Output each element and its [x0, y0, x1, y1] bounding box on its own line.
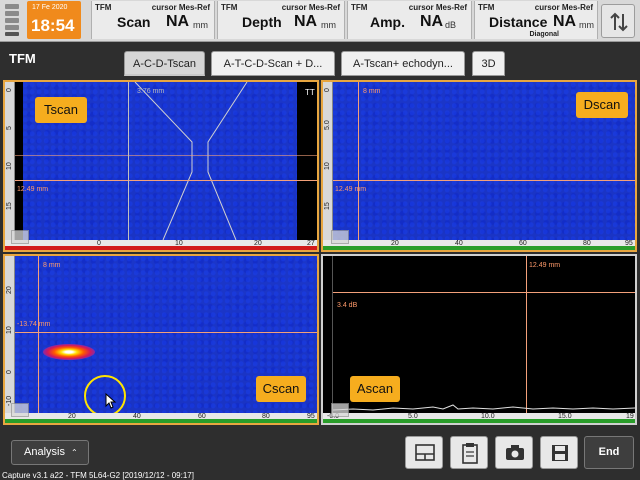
cscan-view[interactable]: 20 10 0 -10 8 mm -13.74 mm Cscan 20 40 6…: [3, 254, 319, 425]
readout-value: NA: [166, 13, 190, 30]
report-button[interactable]: [450, 436, 488, 469]
readout-cursor-label: cursor Mes-Ref: [281, 3, 340, 12]
readout-cursor-label: cursor Mes-Ref: [408, 3, 467, 12]
cursor-annotation: 12.49 mm: [335, 186, 367, 193]
tfm-app: 17 Fe 2020 18:54 TFM cursor Mes-Ref Scan…: [0, 0, 640, 480]
depth-readout[interactable]: TFM cursor Mes-Ref Depth NA mm: [217, 1, 345, 39]
save-icon: [552, 445, 568, 461]
ruler-tick: 0: [6, 370, 13, 374]
cscan-label: Cscan: [256, 376, 306, 402]
zoom-icon[interactable]: [331, 403, 349, 417]
cursor-annotation: 3.76 mm: [137, 88, 165, 95]
time-label: 18:54: [31, 16, 75, 35]
ruler-tick: 0: [324, 88, 331, 92]
clipboard-icon: [462, 443, 478, 464]
chevron-up-icon: ⌃: [71, 448, 78, 457]
ruler-tick: 20: [6, 286, 13, 294]
screenshot-button[interactable]: [495, 436, 533, 469]
distance-readout[interactable]: TFM cursor Mes-Ref Distance NA mm Diagon…: [474, 1, 598, 39]
ascan-view[interactable]: 12.49 mm 3.4 dB Ascan -0.0 5.0 10.0 15.0…: [321, 254, 637, 425]
readout-tag: TFM: [351, 3, 368, 12]
defect-indication: [43, 344, 95, 360]
end-button[interactable]: End: [584, 436, 634, 469]
tab-3d[interactable]: 3D: [472, 51, 505, 76]
ruler-tick: 5.0: [324, 120, 331, 130]
cursor-annotation: 8 mm: [363, 88, 381, 95]
readout-value: NA: [553, 13, 577, 30]
zoom-icon[interactable]: [331, 230, 349, 244]
cursor-annotation: 8 mm: [43, 262, 61, 269]
amplitude-readout[interactable]: TFM cursor Mes-Ref Amp. NA dB: [347, 1, 472, 39]
cursor-annotation: 12.49 mm: [17, 186, 49, 193]
ruler-tick: 15: [6, 202, 13, 210]
ruler-tick: 10: [324, 162, 331, 170]
ruler-tick: 15: [324, 202, 331, 210]
dscan-view[interactable]: 0 5.0 10 15 8 mm 12.49 mm Dscan 20 40 60…: [321, 80, 637, 252]
tscan-left-ruler: 0 5 10 15: [5, 82, 15, 240]
readout-tag: TFM: [478, 3, 495, 12]
cscan-left-ruler: 20 10 0 -10: [5, 256, 15, 413]
top-bar: 17 Fe 2020 18:54 TFM cursor Mes-Ref Scan…: [0, 0, 640, 42]
ascan-bottom-ruler: -0.0 5.0 10.0 15.0 19: [323, 413, 635, 423]
footer-version: Capture v3.1 a22 - TFM 5L64-G2 [2019/12/…: [2, 471, 194, 480]
cursor-pointer-icon: [105, 393, 117, 409]
readout-cursor-label: cursor Mes-Ref: [534, 3, 593, 12]
readout-unit: mm: [193, 20, 208, 30]
scan-readout[interactable]: TFM cursor Mes-Ref Scan NA mm: [91, 1, 215, 39]
readout-unit: mm: [579, 20, 594, 30]
module-title: TFM: [9, 51, 36, 66]
layout-icon: [415, 444, 435, 461]
readout-value: NA: [294, 13, 318, 30]
clock: 17 Fe 2020 18:54: [27, 1, 81, 39]
ascan-label: Ascan: [350, 376, 400, 402]
tab-a-tscan-echodyn[interactable]: A-Tscan+ echodyn...: [341, 51, 465, 76]
readout-name: Amp.: [370, 14, 405, 30]
readout-sub: Diagonal: [529, 31, 559, 38]
zoom-icon[interactable]: [11, 403, 29, 417]
tscan-view[interactable]: 0 5 10 15 3.76 mm 12.49 mm TT Tscan 0 10…: [3, 80, 319, 252]
ruler-tick: 0: [6, 88, 13, 92]
save-button[interactable]: [540, 436, 578, 469]
swap-arrows-icon: [610, 12, 628, 32]
ruler-tick: 5: [6, 126, 13, 130]
swap-button[interactable]: [601, 4, 635, 38]
tscan-label: Tscan: [35, 97, 87, 123]
dscan-left-ruler: 0 5.0 10 15: [323, 82, 333, 240]
tab-a-t-c-d-scan[interactable]: A-T-C-D-Scan + D...: [211, 51, 335, 76]
readout-tag: TFM: [221, 3, 238, 12]
readout-name: Distance: [489, 14, 548, 30]
cscan-bottom-ruler: 20 40 60 80 95: [5, 413, 317, 423]
readout-name: Scan: [117, 14, 151, 30]
ruler-tick: 10: [6, 326, 13, 334]
camera-icon: [506, 445, 524, 460]
cursor-annotation: -13.74 mm: [17, 321, 51, 328]
readout-value: NA: [420, 13, 444, 30]
cursor-annotation: 12.49 mm: [529, 262, 561, 269]
corner-label: TT: [305, 88, 315, 97]
readout-unit: dB: [445, 20, 457, 30]
analysis-label: Analysis: [24, 446, 65, 458]
gain-annotation: 3.4 dB: [337, 302, 358, 309]
zoom-icon[interactable]: [11, 230, 29, 244]
readout-cursor-label: cursor Mes-Ref: [151, 3, 210, 12]
readout-tag: TFM: [95, 3, 112, 12]
date-label: 17 Fe 2020: [32, 4, 68, 11]
ruler-tick: 10: [6, 162, 13, 170]
analysis-button[interactable]: Analysis ⌃: [11, 440, 89, 465]
battery-icon: [3, 4, 21, 36]
dscan-label: Dscan: [576, 92, 628, 118]
tscan-bottom-ruler: 0 10 20 27: [5, 240, 317, 250]
dscan-bottom-ruler: 20 40 60 80 95: [323, 240, 635, 250]
readout-name: Depth: [242, 14, 282, 30]
layout-button[interactable]: [405, 436, 443, 469]
ascan-left-ruler: [323, 256, 333, 413]
tab-a-c-d-tscan[interactable]: A-C-D-Tscan: [124, 51, 205, 76]
readout-unit: mm: [321, 20, 336, 30]
